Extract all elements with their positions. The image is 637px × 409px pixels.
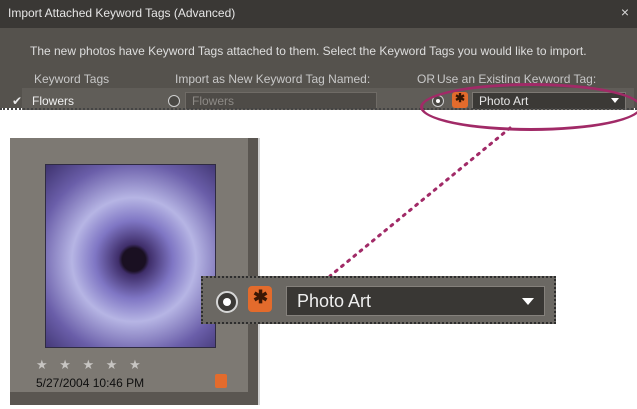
photo-date: 5/27/2004 10:46 PM <box>36 376 145 390</box>
rating-stars[interactable]: ★ ★ ★ ★ ★ <box>36 357 145 373</box>
zoomed-use-existing-radio[interactable] <box>216 291 238 313</box>
zoomed-keyword-tag-icon <box>248 286 272 312</box>
photo-thumbnail[interactable] <box>45 164 216 348</box>
keyword-tag-badge-icon <box>215 374 227 388</box>
zoomed-existing-keyword-value: Photo Art <box>297 291 372 311</box>
zoomed-existing-keyword-select[interactable]: Photo Art <box>286 286 545 316</box>
zoomed-chevron-down-icon <box>522 298 534 305</box>
